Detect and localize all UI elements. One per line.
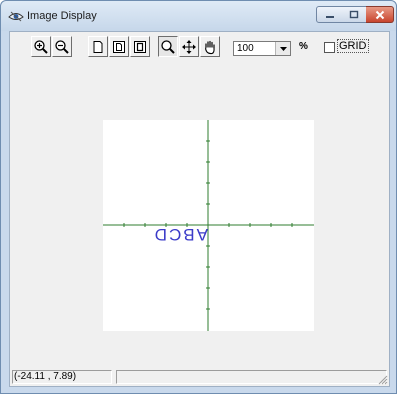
- zoom-unit-label: %: [299, 41, 308, 52]
- eye-icon: [8, 11, 24, 22]
- four-arrows-icon: [182, 39, 196, 54]
- resize-grip-icon[interactable]: [376, 373, 388, 385]
- window-title: Image Display: [27, 10, 97, 22]
- minimize-button[interactable]: [316, 6, 343, 23]
- page-icon: [93, 40, 103, 53]
- status-pane-secondary: [116, 370, 387, 384]
- minimize-icon: [325, 15, 334, 18]
- grid-checkbox[interactable]: [324, 42, 335, 53]
- image-view-area[interactable]: ABCD: [10, 84, 389, 369]
- magnifier-minus-icon: [55, 39, 69, 54]
- magnifier-icon: [161, 39, 175, 54]
- title-bar[interactable]: Image Display: [1, 1, 396, 31]
- close-icon: [375, 10, 384, 19]
- page-frame-button[interactable]: [109, 36, 129, 57]
- image-canvas[interactable]: ABCD: [103, 120, 314, 331]
- zoom-out-button[interactable]: [52, 36, 72, 57]
- pan-tool-button[interactable]: [200, 36, 220, 57]
- mirrored-text: ABCD: [153, 225, 208, 244]
- zoom-combo[interactable]: 100: [233, 41, 291, 56]
- page-button[interactable]: [88, 36, 108, 57]
- client-area: 100 % GRID ABCD (-24.11 , 7.89): [9, 31, 390, 387]
- page-fold-icon: [134, 40, 146, 53]
- coordinates-readout: (-24.11 , 7.89): [12, 370, 112, 384]
- zoom-in-button[interactable]: [31, 36, 51, 57]
- page-fold-button[interactable]: [130, 36, 150, 57]
- toolbar: 100 % GRID: [10, 32, 389, 62]
- image-display-window: Image Display 100 % GRID ABCD (-24.11 , …: [0, 0, 397, 394]
- magnifier-plus-icon: [34, 39, 48, 54]
- maximize-button[interactable]: [342, 6, 367, 23]
- maximize-icon: [349, 10, 359, 19]
- chevron-down-icon: [279, 46, 287, 51]
- zoom-tool-button[interactable]: [158, 36, 178, 57]
- hand-icon: [205, 40, 215, 54]
- zoom-value: 100: [237, 43, 254, 54]
- grid-label[interactable]: GRID: [337, 39, 369, 53]
- status-bar: (-24.11 , 7.89): [10, 369, 389, 386]
- combo-dropdown-button[interactable]: [275, 42, 290, 55]
- close-button[interactable]: [366, 6, 394, 23]
- move-tool-button[interactable]: [179, 36, 199, 57]
- page-frame-icon: [113, 40, 125, 53]
